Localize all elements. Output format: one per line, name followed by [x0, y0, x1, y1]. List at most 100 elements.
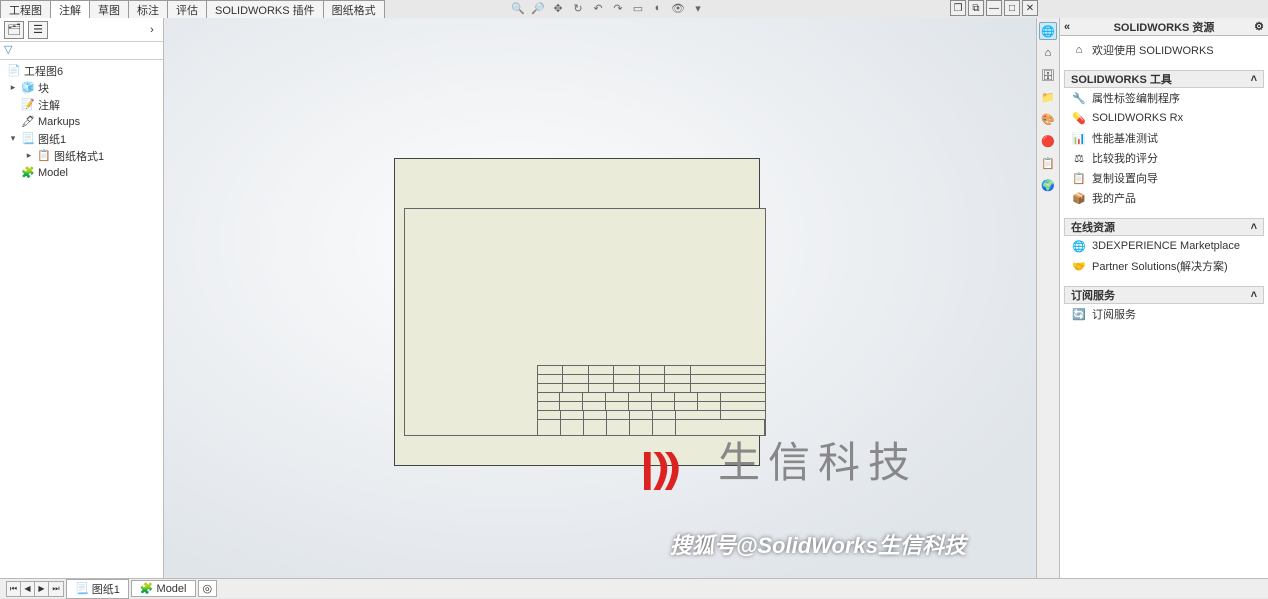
benchmark-icon: 📊: [1072, 131, 1086, 145]
properties-tab-icon[interactable]: 📋: [1039, 154, 1057, 172]
online-marketplace[interactable]: 🌐3DEXPERIENCE Marketplace: [1064, 236, 1264, 256]
fm-tab-1-icon[interactable]: 🗂: [4, 21, 24, 39]
compare-icon: ⚖: [1072, 151, 1086, 165]
gear-icon[interactable]: ⚙: [1254, 20, 1264, 33]
taskpane-body: ⌂ 欢迎使用 SOLIDWORKS SOLIDWORKS 工具 ˄ 🔧属性标签编…: [1060, 36, 1268, 578]
tree-sheetformat1[interactable]: ▸ 📋 图纸格式1: [0, 147, 163, 164]
undo-view-icon[interactable]: ↶: [590, 0, 606, 16]
nav-first-icon[interactable]: ⏮: [7, 582, 21, 596]
collapse-icon[interactable]: ▾: [8, 133, 18, 144]
sheet-tab-1-label: 图纸1: [92, 581, 120, 597]
taskpane-resources: « SOLIDWORKS 资源 ⚙ ⌂ 欢迎使用 SOLIDWORKS SOLI…: [1060, 18, 1268, 578]
filter-icon[interactable]: ▽: [4, 44, 12, 56]
fm-tab-2-icon[interactable]: ☰: [28, 21, 48, 39]
nav-prev-icon[interactable]: ◀: [21, 582, 35, 596]
display-style-icon[interactable]: ▭: [630, 0, 646, 16]
sheet-tab-1[interactable]: 📃图纸1: [66, 579, 129, 599]
sheetformat-icon: 📋: [36, 149, 52, 163]
pin-icon[interactable]: «: [1064, 21, 1070, 33]
drawing-canvas[interactable]: 生信科技 搜狐号@SolidWorks生信科技: [164, 18, 1036, 578]
section-tools-header[interactable]: SOLIDWORKS 工具 ˄: [1064, 70, 1264, 88]
markup-icon: 🖊: [20, 115, 36, 129]
subscription-link-label: 订阅服务: [1092, 306, 1136, 322]
sheet-nav: ⏮ ◀ ▶ ⏭: [6, 581, 64, 597]
tree-annotations[interactable]: 📝 注解: [0, 96, 163, 113]
tree-blocks[interactable]: ▸ 🧊 块: [0, 79, 163, 96]
feature-tree: 📄 工程图6 ▸ 🧊 块 📝 注解 🖊 Markups ▾ 📃 图纸1: [0, 60, 163, 578]
add-sheet-button[interactable]: ◎: [198, 580, 218, 597]
drawing-sheet-inner: [404, 208, 766, 436]
tree-sheet1[interactable]: ▾ 📃 图纸1: [0, 130, 163, 147]
eye-icon[interactable]: 👁: [670, 0, 686, 16]
nav-last-icon[interactable]: ⏭: [49, 582, 63, 596]
tool-benchmark[interactable]: 📊 性能基准测试: [1064, 128, 1264, 148]
pan-icon[interactable]: ✥: [550, 0, 566, 16]
rotate-icon[interactable]: ↻: [570, 0, 586, 16]
tool-compare[interactable]: ⚖ 比较我的评分: [1064, 148, 1264, 168]
tree-markups[interactable]: 🖊 Markups: [0, 113, 163, 130]
tool-copysettings[interactable]: 📋复制设置向导: [1064, 168, 1264, 188]
section-online-label: 在线资源: [1071, 219, 1115, 235]
tree-model[interactable]: 🧩 Model: [0, 164, 163, 181]
tree-root[interactable]: 📄 工程图6: [0, 62, 163, 79]
section-online-header[interactable]: 在线资源 ˄: [1064, 218, 1264, 236]
design-lib-tab-icon[interactable]: 🗄: [1039, 66, 1057, 84]
subscription-icon: 🔄: [1072, 307, 1086, 321]
tab-drawing[interactable]: 工程图: [0, 0, 51, 18]
feature-manager-panel: 🗂 ☰ › ▽ 📄 工程图6 ▸ 🧊 块 📝 注解 🖊 Markups: [0, 18, 164, 578]
watermark-logo-icon: [644, 452, 682, 490]
home-icon: ⌂: [1072, 43, 1086, 57]
tool-rx[interactable]: 💊 SOLIDWORKS Rx: [1064, 108, 1264, 128]
more-view-icon[interactable]: ▾: [690, 0, 706, 16]
subscription-link[interactable]: 🔄 订阅服务: [1064, 304, 1264, 324]
welcome-link[interactable]: ⌂ 欢迎使用 SOLIDWORKS: [1064, 40, 1264, 60]
forum-tab-icon[interactable]: 🌍: [1039, 176, 1057, 194]
view-palette-tab-icon[interactable]: 🎨: [1039, 110, 1057, 128]
tool-propertytab[interactable]: 🔧属性标签编制程序: [1064, 88, 1264, 108]
watermark-text-1: 生信科技: [718, 429, 918, 490]
expand-icon[interactable]: ▸: [8, 82, 18, 93]
tab-addins[interactable]: SOLIDWORKS 插件: [206, 0, 324, 18]
taskpane-title: SOLIDWORKS 资源: [1114, 19, 1215, 35]
online-partner[interactable]: 🤝Partner Solutions(解决方案): [1064, 256, 1264, 276]
restore-icon[interactable]: ❐: [950, 0, 966, 16]
model-icon: 🧩: [20, 166, 36, 180]
tool-compare-label: 比较我的评分: [1092, 150, 1158, 166]
online-marketplace-label: 3DEXPERIENCE Marketplace: [1092, 240, 1240, 252]
hide-show-icon[interactable]: ◐: [650, 0, 666, 16]
zoom-area-icon[interactable]: 🔎: [530, 0, 546, 16]
minimize-icon[interactable]: —: [986, 0, 1002, 16]
tree-blocks-label: 块: [38, 80, 49, 96]
tab-dimension[interactable]: 标注: [128, 0, 168, 18]
home-tab-icon[interactable]: ⌂: [1039, 44, 1057, 62]
section-subscription-header[interactable]: 订阅服务 ˄: [1064, 286, 1264, 304]
tool-rx-label: SOLIDWORKS Rx: [1092, 112, 1183, 124]
tool-myproducts[interactable]: 📦我的产品: [1064, 188, 1264, 208]
redo-view-icon[interactable]: ↷: [610, 0, 626, 16]
zoom-fit-icon[interactable]: 🔍: [510, 0, 526, 16]
model-tab[interactable]: 🧩Model: [131, 580, 196, 597]
file-explorer-tab-icon[interactable]: 📁: [1039, 88, 1057, 106]
tab-sheetformat[interactable]: 图纸格式: [323, 0, 385, 18]
tab-annotation[interactable]: 注解: [50, 0, 90, 18]
model-tab-label: Model: [157, 583, 187, 595]
appearances-tab-icon[interactable]: 🔴: [1039, 132, 1057, 150]
tool-propertytab-label: 属性标签编制程序: [1092, 90, 1180, 106]
fm-expand-icon[interactable]: ›: [145, 24, 159, 36]
tab-sketch[interactable]: 草图: [89, 0, 129, 18]
maximize-icon[interactable]: □: [1004, 0, 1020, 16]
close-icon[interactable]: ✕: [1022, 0, 1038, 16]
rx-icon: 💊: [1072, 111, 1086, 125]
nav-next-icon[interactable]: ▶: [35, 582, 49, 596]
tool-benchmark-label: 性能基准测试: [1092, 130, 1158, 146]
tree-annotations-label: 注解: [38, 97, 60, 113]
tab-evaluate[interactable]: 评估: [167, 0, 207, 18]
expand-icon[interactable]: ▸: [24, 150, 34, 161]
sheet-icon: 📃: [75, 582, 89, 595]
model-icon: 🧩: [140, 582, 154, 595]
watermark-text-2: 搜狐号@SolidWorks生信科技: [670, 528, 966, 560]
cascade-icon[interactable]: ⧉: [968, 0, 984, 16]
tree-model-label: Model: [38, 167, 68, 179]
tree-sheet1-label: 图纸1: [38, 131, 66, 147]
resources-tab-icon[interactable]: 🌐: [1039, 22, 1057, 40]
